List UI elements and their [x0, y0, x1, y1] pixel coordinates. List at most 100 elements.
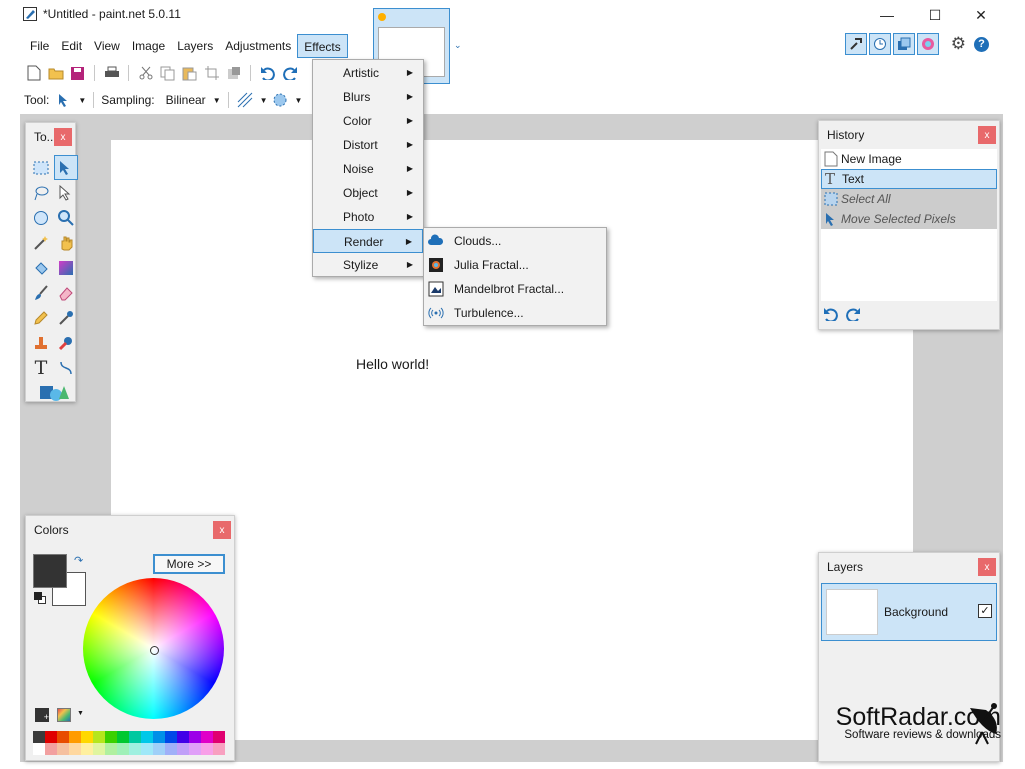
palette-swatch[interactable] [201, 743, 213, 755]
color-wheel-indicator[interactable] [150, 646, 159, 655]
move-selected-pixels-tool-icon[interactable] [54, 155, 78, 180]
reset-colors-icon[interactable] [34, 592, 46, 604]
history-window-toggle-icon[interactable] [868, 33, 891, 55]
tools-window-toggle-icon[interactable] [844, 33, 867, 55]
palette-swatch[interactable] [81, 743, 93, 755]
colors-window-toggle-icon[interactable] [916, 33, 939, 55]
palette-swatch[interactable] [93, 743, 105, 755]
palette-menu-icon[interactable] [57, 708, 71, 722]
rectangle-select-tool-icon[interactable] [29, 155, 53, 180]
zoom-tool-icon[interactable] [54, 205, 78, 230]
menu-image[interactable]: Image [126, 34, 171, 58]
palette-swatch[interactable] [81, 731, 93, 743]
effects-object[interactable]: Object ▶ [313, 181, 423, 205]
layers-window-toggle-icon[interactable] [892, 33, 915, 55]
ellipse-select-tool-icon[interactable] [29, 205, 53, 230]
history-undo-icon[interactable] [823, 307, 839, 321]
lasso-select-tool-icon[interactable] [29, 180, 53, 205]
palette-menu-arrow-icon[interactable]: ▼ [77, 710, 84, 717]
maximize-button[interactable]: ☐ [912, 2, 958, 28]
render-clouds[interactable]: Clouds... [424, 229, 606, 253]
menu-effects[interactable]: Effects [297, 34, 348, 58]
palette-swatch[interactable] [105, 731, 117, 743]
cut-icon[interactable] [136, 64, 155, 83]
palette-swatch[interactable] [93, 731, 105, 743]
menu-adjustments[interactable]: Adjustments [219, 34, 297, 58]
sampling-select[interactable]: Bilinear [166, 93, 206, 107]
eraser-tool-icon[interactable] [54, 280, 78, 305]
crop-to-selection-icon[interactable] [202, 64, 221, 83]
palette-swatch[interactable] [45, 743, 57, 755]
help-icon[interactable]: ? [974, 36, 989, 52]
paste-icon[interactable] [180, 64, 199, 83]
palette-swatch[interactable] [69, 731, 81, 743]
palette-swatch[interactable] [189, 731, 201, 743]
antialiasing-icon[interactable] [236, 91, 255, 110]
layer-visibility-checkbox[interactable]: ✓ [978, 604, 992, 618]
sampling-dropdown-arrow-icon[interactable]: ▼ [213, 96, 221, 105]
paintbrush-tool-icon[interactable] [29, 280, 53, 305]
deselect-icon[interactable] [224, 64, 243, 83]
palette-swatch[interactable] [189, 743, 201, 755]
undo-icon[interactable] [258, 64, 277, 83]
palette-swatch[interactable] [129, 731, 141, 743]
palette-swatch[interactable] [213, 731, 225, 743]
gradient-tool-icon[interactable] [54, 255, 78, 280]
colors-panel-close-button[interactable]: x [213, 521, 231, 539]
effects-render[interactable]: Render ▶ [313, 229, 423, 253]
render-julia-fractal[interactable]: Julia Fractal... [424, 253, 606, 277]
open-folder-icon[interactable] [46, 64, 65, 83]
palette-swatch[interactable] [213, 743, 225, 755]
render-mandelbrot-fractal[interactable]: Mandelbrot Fractal... [424, 277, 606, 301]
palette-swatch[interactable] [201, 731, 213, 743]
palette-swatch[interactable] [141, 731, 153, 743]
swap-colors-icon[interactable]: ↷ [74, 554, 83, 567]
palette-swatch[interactable] [153, 743, 165, 755]
copy-icon[interactable] [158, 64, 177, 83]
render-turbulence[interactable]: Turbulence... [424, 301, 606, 325]
effects-color[interactable]: Color ▶ [313, 109, 423, 133]
line-curve-tool-icon[interactable] [54, 355, 78, 380]
palette-swatch[interactable] [57, 743, 69, 755]
settings-gear-icon[interactable]: ⚙ [951, 34, 966, 54]
move-selected-pixels-tool-icon[interactable] [54, 91, 73, 110]
layers-panel-close-button[interactable]: x [978, 558, 996, 576]
effects-artistic[interactable]: Artistic ▶ [313, 61, 423, 85]
palette-swatch[interactable] [69, 743, 81, 755]
menu-edit[interactable]: Edit [55, 34, 88, 58]
palette-swatch[interactable] [117, 731, 129, 743]
history-item-move-selected-pixels[interactable]: Move Selected Pixels [821, 209, 997, 229]
palette-swatch[interactable] [129, 743, 141, 755]
more-colors-button[interactable]: More >> [153, 554, 225, 574]
history-item-new-image[interactable]: New Image [821, 149, 997, 169]
palette-swatch[interactable] [165, 731, 177, 743]
save-icon[interactable] [68, 64, 87, 83]
effects-blurs[interactable]: Blurs ▶ [313, 85, 423, 109]
menu-layers[interactable]: Layers [171, 34, 219, 58]
magic-wand-tool-icon[interactable] [29, 230, 53, 255]
pencil-tool-icon[interactable] [29, 305, 53, 330]
effects-distort[interactable]: Distort ▶ [313, 133, 423, 157]
menu-file[interactable]: File [24, 34, 55, 58]
layer-row-background[interactable]: Background ✓ [821, 583, 997, 641]
palette-swatch[interactable] [33, 743, 45, 755]
recolor-tool-icon[interactable] [54, 330, 78, 355]
image-list-dropdown-icon[interactable]: ⌄ [454, 40, 462, 51]
history-item-text[interactable]: T Text [821, 169, 997, 189]
palette-swatch[interactable] [57, 731, 69, 743]
palette-swatch[interactable] [33, 731, 45, 743]
tools-panel-close-button[interactable]: x [54, 128, 72, 146]
palette-swatch[interactable] [153, 731, 165, 743]
minimize-button[interactable]: — [864, 2, 910, 28]
palette-swatch[interactable] [117, 743, 129, 755]
history-item-select-all[interactable]: Select All [821, 189, 997, 209]
redo-icon[interactable] [280, 64, 299, 83]
selection-mode-dropdown-arrow-icon[interactable]: ▼ [295, 96, 303, 105]
new-file-icon[interactable] [24, 64, 43, 83]
paint-bucket-tool-icon[interactable] [29, 255, 53, 280]
color-picker-tool-icon[interactable] [54, 305, 78, 330]
effects-stylize[interactable]: Stylize ▶ [313, 253, 423, 277]
tool-dropdown-arrow-icon[interactable]: ▼ [78, 96, 86, 105]
palette-swatch[interactable] [177, 743, 189, 755]
history-panel-close-button[interactable]: x [978, 126, 996, 144]
